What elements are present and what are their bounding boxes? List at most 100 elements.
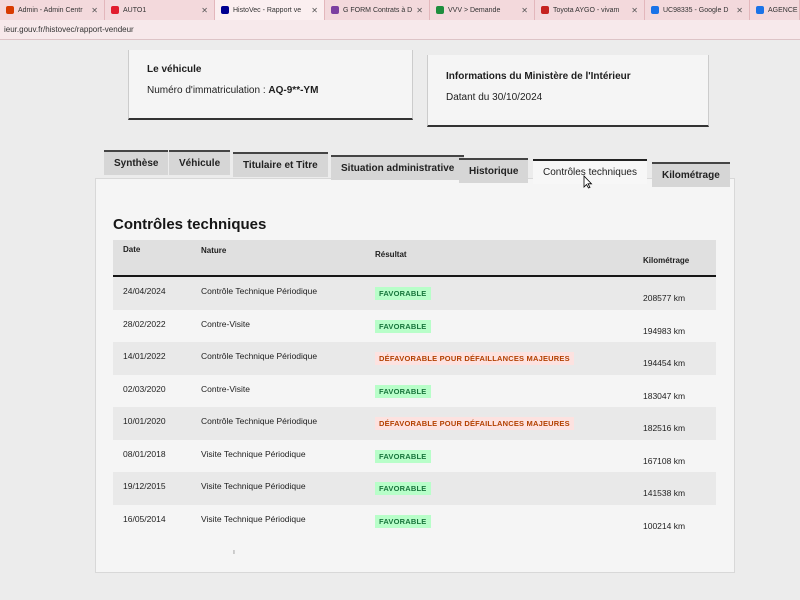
status-badge: FAVORABLE xyxy=(375,449,431,463)
row-nature: Contre-Visite xyxy=(201,383,250,394)
url-text: ieur.gouv.fr/histovec/rapport-vendeur xyxy=(4,25,134,34)
status-badge: FAVORABLE xyxy=(375,319,431,333)
row-date: 28/02/2022 xyxy=(123,318,166,329)
tab-vehicule[interactable]: Véhicule xyxy=(169,150,231,175)
row-km: 182516 km xyxy=(643,423,686,433)
browser-tab-title: UC98335 - Google D xyxy=(663,6,729,14)
row-date: 16/05/2014 xyxy=(123,513,166,524)
row-date: 19/12/2015 xyxy=(123,481,166,491)
row-km: 208577 km xyxy=(643,293,686,303)
browser-tab-title: Toyota AYGO - vivam xyxy=(553,6,620,14)
close-icon[interactable]: ✕ xyxy=(91,6,98,15)
close-icon[interactable]: ✕ xyxy=(521,6,528,15)
row-result: FAVORABLE xyxy=(375,319,431,333)
table-row: 19/12/2015 Visite Technique Périodique FAV… xyxy=(113,472,716,505)
close-icon[interactable]: ✕ xyxy=(631,6,638,15)
browser-tab-title: AUTO1 xyxy=(123,6,147,14)
vehicle-card-title: Le véhicule xyxy=(147,64,202,75)
mouse-cursor-icon xyxy=(583,175,593,189)
close-icon[interactable]: ✕ xyxy=(416,6,423,15)
row-result: FAVORABLE xyxy=(375,482,431,495)
row-date: 02/03/2020 xyxy=(123,383,166,394)
auto1-icon xyxy=(111,6,119,14)
browser-tab-strip: Admin - Admin Centr ✕ AUTO1 ✕ HistoVec - Rap… xyxy=(0,0,800,20)
technical-controls-table: Date Nature Résultat Kilométrage 24/04/2… xyxy=(113,240,716,537)
table-row: 10/01/2020 Contrôle Technique Périodique D… xyxy=(113,407,716,440)
microsoft-icon xyxy=(6,6,14,14)
column-km: Kilométrage xyxy=(643,256,690,265)
plate-value: AQ-9**-YM xyxy=(268,85,319,96)
table-row: 16/05/2014 Visite Technique Périodique FAV… xyxy=(113,504,716,537)
close-icon[interactable]: ✕ xyxy=(201,6,208,15)
browser-tab[interactable]: Toyota AYGO - vivam ✕ xyxy=(535,0,645,20)
column-date: Date xyxy=(123,245,141,254)
row-result: DÉFAVORABLE POUR DÉFAILLANCES MAJEURES xyxy=(375,352,574,365)
browser-tab-title: G FORM Contrats à D xyxy=(343,6,413,14)
status-badge: FAVORABLE xyxy=(375,384,431,398)
tab-kilometrage[interactable]: Kilométrage xyxy=(652,162,730,187)
row-nature: Visite Technique Périodique xyxy=(201,448,306,459)
sheets-icon xyxy=(436,6,444,14)
gmail-icon xyxy=(541,6,549,14)
forms-icon xyxy=(331,6,339,14)
close-icon[interactable]: ✕ xyxy=(311,6,318,15)
row-result: FAVORABLE xyxy=(375,514,431,528)
status-badge: FAVORABLE xyxy=(375,482,431,495)
close-icon[interactable]: ✕ xyxy=(736,6,743,15)
tab-historique[interactable]: Historique xyxy=(459,158,529,183)
browser-tab-title: VVV > Demande xyxy=(448,6,501,14)
browser-tab[interactable]: AUTO1 ✕ xyxy=(105,0,215,20)
row-km: 183047 km xyxy=(643,390,686,401)
vehicle-card: Le véhicule Numéro d'immatriculation : A… xyxy=(128,50,413,120)
section-title: Contrôles techniques xyxy=(113,216,267,233)
drive-icon xyxy=(756,6,764,14)
row-nature: Visite Technique Périodique xyxy=(201,513,306,524)
ministry-card-title: Informations du Ministère de l'Intérieur xyxy=(446,71,631,82)
tab-situation-administrative[interactable]: Situation administrative xyxy=(331,155,465,180)
table-row: 14/01/2022 Contrôle Technique Périodique D… xyxy=(113,342,716,375)
tab-titulaire[interactable]: Titulaire et Titre xyxy=(233,152,328,177)
address-bar[interactable]: ieur.gouv.fr/histovec/rapport-vendeur xyxy=(0,20,800,40)
ministry-card: Informations du Ministère de l'Intérieur… xyxy=(427,55,709,127)
status-badge: FAVORABLE xyxy=(375,287,431,300)
drive-icon xyxy=(651,6,659,14)
row-km: 141538 km xyxy=(643,488,686,498)
browser-tab[interactable]: HistoVec - Rapport ve ✕ xyxy=(215,0,325,20)
row-km: 194454 km xyxy=(643,358,686,368)
browser-tab[interactable]: Admin - Admin Centr ✕ xyxy=(0,0,105,20)
browser-tab[interactable]: UC98335 - Google D ✕ xyxy=(645,0,750,20)
row-date: 10/01/2020 xyxy=(123,416,166,426)
row-nature: Visite Technique Périodique xyxy=(201,481,306,491)
row-date: 08/01/2018 xyxy=(123,448,166,459)
table-row: 28/02/2022 Contre-Visite FAVORABLE 194983 k… xyxy=(113,309,716,342)
tab-synthese[interactable]: Synthèse xyxy=(104,150,169,175)
stray-mark: ı xyxy=(233,549,235,556)
table-row: 02/03/2020 Contre-Visite FAVORABLE 183047 k… xyxy=(113,374,716,407)
table-body: 24/04/2024 Contrôle Technique Périodique F… xyxy=(113,277,716,537)
row-result: FAVORABLE xyxy=(375,384,431,398)
browser-tab-title: Admin - Admin Centr xyxy=(18,6,83,14)
row-nature: Contrôle Technique Périodique xyxy=(201,416,318,426)
row-km: 167108 km xyxy=(643,455,686,466)
status-badge: DÉFAVORABLE POUR DÉFAILLANCES MAJEURES xyxy=(375,352,574,365)
row-result: FAVORABLE xyxy=(375,287,431,300)
column-nature: Nature xyxy=(201,246,227,255)
browser-tab[interactable]: VVV > Demande ✕ xyxy=(430,0,535,20)
browser-tab-title: HistoVec - Rapport ve xyxy=(233,6,302,14)
browser-tab[interactable]: G FORM Contrats à D ✕ xyxy=(325,0,430,20)
row-km: 194983 km xyxy=(643,325,686,336)
browser-tab[interactable]: AGENCE St xyxy=(750,0,800,20)
table-header: Date Nature Résultat Kilométrage xyxy=(113,240,716,277)
row-date: 14/01/2022 xyxy=(123,351,166,361)
report-tabs: Synthèse Véhicule Titulaire et Titre Sit… xyxy=(104,150,730,187)
plate-label: Numéro d'immatriculation : xyxy=(147,85,269,96)
status-badge: FAVORABLE xyxy=(375,514,431,528)
row-km: 100214 km xyxy=(643,520,686,531)
column-result: Résultat xyxy=(375,250,407,259)
plate-line: Numéro d'immatriculation : AQ-9**-YM xyxy=(147,85,394,96)
row-result: FAVORABLE xyxy=(375,449,431,463)
row-nature: Contrôle Technique Périodique xyxy=(201,286,318,296)
table-row: 24/04/2024 Contrôle Technique Périodique F… xyxy=(113,277,716,310)
row-nature: Contrôle Technique Périodique xyxy=(201,351,318,361)
row-date: 24/04/2024 xyxy=(123,286,166,296)
